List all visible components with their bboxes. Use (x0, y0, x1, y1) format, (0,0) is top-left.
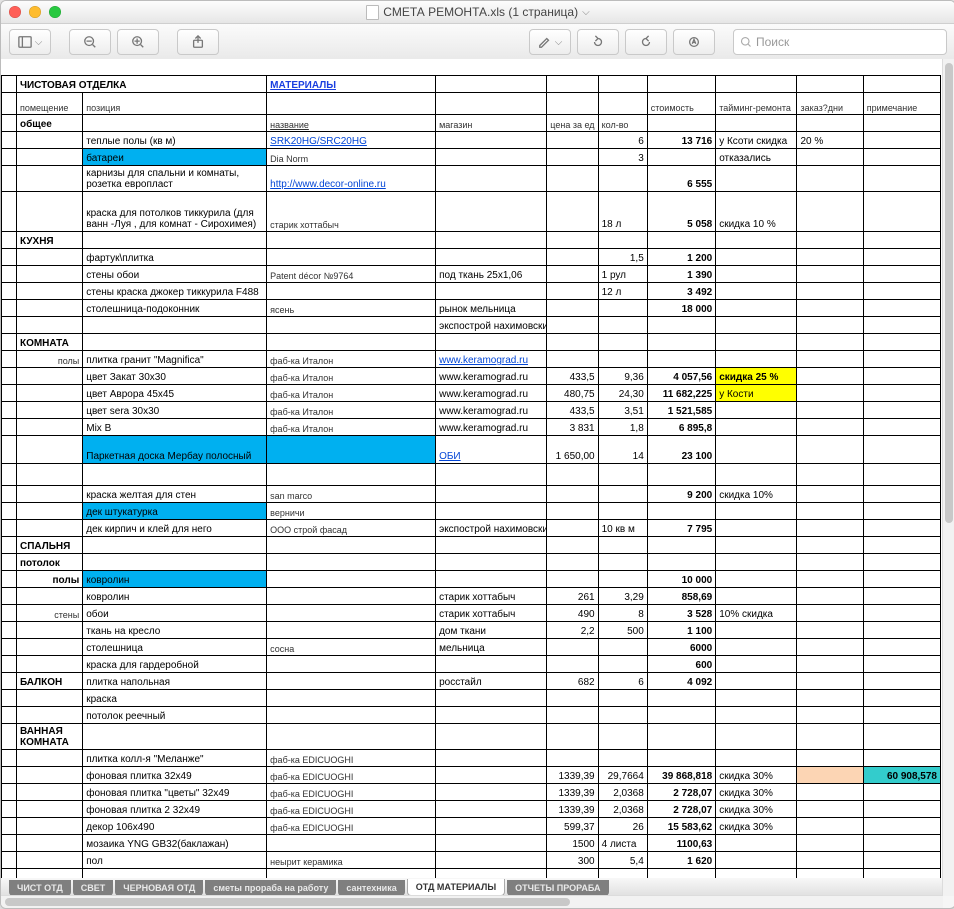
sheet-tab-1[interactable]: СВЕТ (73, 880, 114, 896)
spreadsheet-table: ЧИСТОВАЯ ОТДЕЛКАМАТЕРИАЛЫпомещениепозици… (1, 59, 941, 878)
view-mode-button[interactable]: ⌵ (9, 29, 51, 55)
sheet-tabs: ЧИСТ ОТДСВЕТЧЕРНОВАЯ ОТДсметы прораба на… (1, 878, 954, 896)
rotate-right-button[interactable] (625, 29, 667, 55)
search-icon (740, 36, 752, 48)
chevron-down-icon[interactable]: ⌵ (582, 7, 590, 18)
vertical-scrollbar[interactable] (942, 59, 954, 896)
share-button[interactable] (177, 29, 219, 55)
rotate-left-button[interactable] (577, 29, 619, 55)
sheet-tab-4[interactable]: сантехника (338, 880, 404, 896)
document-icon (366, 5, 379, 20)
sheet-tab-6[interactable]: ОТЧЕТЫ ПРОРАБА (507, 880, 608, 896)
sheet-tab-0[interactable]: ЧИСТ ОТД (9, 880, 71, 896)
titlebar: СМЕТА РЕМОНТА.xls (1 страница) ⌵ (1, 1, 954, 24)
zoom-out-button[interactable] (69, 29, 111, 55)
window-title-text: СМЕТА РЕМОНТА.xls (1 страница) (383, 5, 578, 19)
spreadsheet-content[interactable]: ЧИСТОВАЯ ОТДЕЛКАМАТЕРИАЛЫпомещениепозици… (1, 59, 954, 878)
sheet-tab-3[interactable]: сметы прораба на работу (205, 880, 336, 896)
horizontal-scrollbar[interactable] (1, 895, 943, 908)
toolbar: ⌵ ⌵ Поиск (1, 24, 954, 61)
sheet-tab-5[interactable]: ОТД МАТЕРИАЛЫ (407, 879, 505, 896)
search-placeholder: Поиск (756, 35, 789, 49)
window-title: СМЕТА РЕМОНТА.xls (1 страница) ⌵ (1, 5, 954, 20)
zoom-in-button[interactable] (117, 29, 159, 55)
edit-button[interactable]: ⌵ (529, 29, 571, 55)
search-input[interactable]: Поиск (733, 29, 947, 55)
sheet-tab-2[interactable]: ЧЕРНОВАЯ ОТД (115, 880, 203, 896)
markup-button[interactable] (673, 29, 715, 55)
